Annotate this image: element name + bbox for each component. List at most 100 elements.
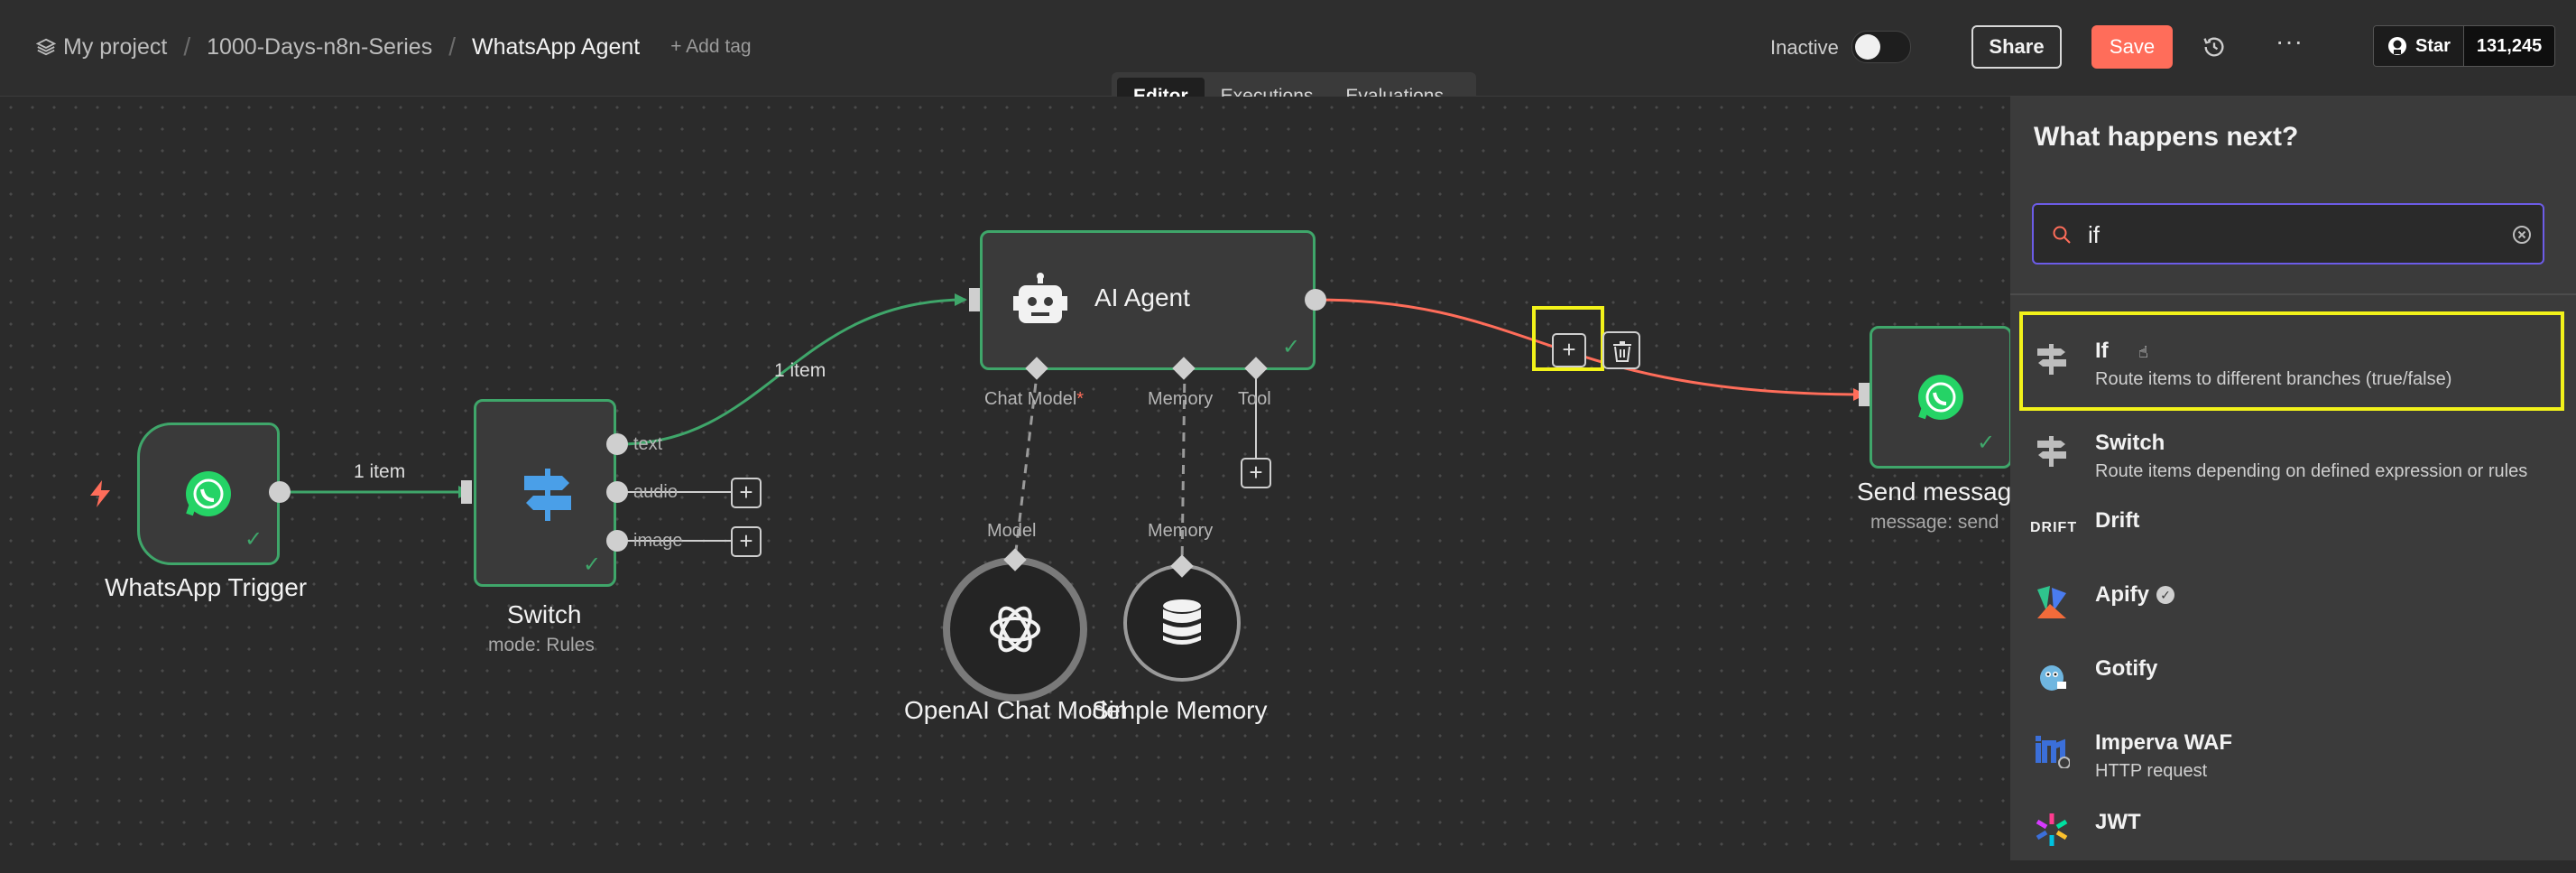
layers-icon — [36, 38, 56, 56]
active-status-label: Inactive — [1770, 36, 1839, 59]
connections-layer — [282, 293, 1866, 567]
port-label-model: Model — [987, 521, 1037, 541]
edge-item-count: 1 item — [774, 360, 826, 381]
node-option-name: Apify ✓ — [2095, 582, 2174, 608]
whatsapp-icon — [1918, 375, 1963, 420]
history-icon[interactable] — [2202, 34, 2227, 60]
port-label-image: image — [633, 531, 683, 551]
whatsapp-trigger-node[interactable]: ✓ — [137, 423, 280, 565]
share-button[interactable]: Share — [1971, 25, 2062, 69]
node-option-name: JWT — [2095, 810, 2141, 834]
ai-agent-node[interactable]: AI Agent ✓ — [980, 230, 1316, 370]
node-subtitle-send-message: message: send — [1870, 512, 1999, 533]
node-label-send-message: Send messag — [1857, 478, 2010, 506]
add-node-image-button[interactable]: + — [731, 526, 762, 557]
port-label-chat-model: Chat Model* — [984, 389, 1084, 410]
verified-badge-icon: ✓ — [2156, 586, 2174, 604]
search-input[interactable] — [2086, 218, 2487, 252]
apify-logo — [2037, 586, 2066, 618]
insert-node-button[interactable]: + — [1552, 333, 1586, 367]
breadcrumb-folder[interactable]: 1000-Days-n8n-Series — [207, 34, 432, 60]
port-label-audio: audio — [633, 482, 678, 502]
node-option-gotify[interactable]: Gotify — [2010, 638, 2576, 720]
success-check-icon: ✓ — [1977, 431, 1996, 455]
send-message-node[interactable]: ✓ — [1870, 326, 2010, 469]
node-search-box[interactable] — [2032, 203, 2544, 265]
add-tag-button[interactable]: + Add tag — [670, 36, 751, 58]
connection-arrowhead — [955, 293, 967, 306]
clear-search-icon[interactable] — [2512, 225, 2532, 245]
node-option-switch[interactable]: Switch Route items depending on defined … — [2010, 413, 2576, 494]
node-creator-panel: What happens next? If Route items to dif… — [2010, 97, 2576, 860]
breadcrumb: My project / 1000-Days-n8n-Series / What… — [36, 33, 752, 61]
node-option-desc: Route items depending on defined express… — [2095, 461, 2528, 481]
simple-memory-node[interactable] — [1123, 564, 1241, 682]
jwt-logo — [2036, 813, 2068, 846]
node-option-imperva-waf[interactable]: Imperva WAF HTTP request — [2010, 712, 2576, 794]
github-icon — [2388, 37, 2406, 55]
delete-connection-button[interactable] — [1602, 331, 1640, 369]
output-port-audio[interactable] — [606, 481, 628, 503]
chat-model-label: Chat Model — [984, 389, 1077, 409]
add-tool-button[interactable]: + — [1241, 458, 1271, 488]
input-port[interactable] — [1859, 383, 1870, 406]
whatsapp-icon — [186, 471, 231, 516]
port-label-memory-sub: Memory — [1148, 521, 1214, 541]
github-star-button[interactable]: Star 131,245 — [2373, 25, 2556, 67]
github-star-label: Star — [2415, 35, 2451, 56]
node-option-name: Switch — [2095, 431, 2165, 455]
success-check-icon: ✓ — [245, 527, 263, 552]
save-button[interactable]: Save — [2091, 25, 2173, 69]
output-port[interactable] — [1305, 289, 1326, 311]
panel-title: What happens next? — [2034, 122, 2299, 152]
highlight-if-option — [2019, 311, 2564, 411]
search-icon — [2053, 226, 2071, 244]
node-label-switch: Switch — [507, 600, 582, 628]
output-port[interactable] — [269, 481, 291, 503]
port-label-text: text — [633, 434, 663, 454]
node-option-desc: HTTP request — [2095, 761, 2208, 781]
workflow-canvas[interactable]: ✓ WhatsApp Trigger 1 item ✓ text audio i… — [0, 97, 2010, 860]
input-port[interactable] — [969, 288, 980, 311]
output-port-image[interactable] — [606, 530, 628, 552]
success-check-icon: ✓ — [1282, 335, 1301, 359]
apify-name: Apify — [2095, 582, 2149, 607]
switch-route-icon — [2037, 436, 2066, 467]
mouse-cursor-icon: ☝ — [2138, 343, 2148, 361]
gotify-logo — [2040, 665, 2066, 691]
node-label-ai-agent: AI Agent — [1094, 283, 1190, 311]
port-label-memory: Memory — [1148, 389, 1214, 409]
breadcrumb-project[interactable]: My project — [63, 34, 167, 60]
required-marker: * — [1076, 389, 1085, 409]
node-option-drift[interactable]: DRIFT Drift — [2010, 490, 2576, 571]
breadcrumb-separator: / — [183, 33, 191, 60]
success-check-icon: ✓ — [583, 553, 602, 577]
github-star[interactable]: Star — [2374, 26, 2463, 66]
imperva-logo — [2036, 736, 2070, 768]
workflow-name[interactable]: WhatsApp Agent — [472, 34, 640, 60]
node-label-simple-memory: Simple Memory — [1092, 696, 1268, 724]
more-options-icon[interactable]: ··· — [2276, 27, 2304, 56]
database-icon — [1163, 599, 1201, 645]
breadcrumb-separator: / — [448, 33, 456, 60]
node-option-name: Imperva WAF — [2095, 730, 2233, 755]
active-toggle[interactable] — [1851, 31, 1911, 63]
openai-chat-model-node[interactable] — [943, 557, 1087, 701]
node-option-apify[interactable]: Apify ✓ — [2010, 564, 2576, 645]
node-label-whatsapp-trigger: WhatsApp Trigger — [105, 573, 308, 601]
github-star-count: 131,245 — [2462, 26, 2555, 66]
port-label-tool: Tool — [1238, 389, 1271, 409]
switch-node[interactable]: ✓ — [474, 399, 616, 587]
add-node-audio-button[interactable]: + — [731, 478, 762, 508]
input-port[interactable] — [461, 480, 472, 504]
node-option-jwt[interactable]: JWT — [2010, 792, 2576, 873]
trash-icon — [1613, 341, 1631, 362]
output-port-text[interactable] — [606, 433, 628, 455]
trigger-bolt-icon — [90, 480, 110, 507]
drift-logo: DRIFT — [2030, 520, 2078, 535]
node-option-name: Gotify — [2095, 656, 2158, 681]
node-subtitle-switch: mode: Rules — [488, 635, 595, 655]
openai-icon — [990, 606, 1040, 653]
panel-divider — [2010, 293, 2576, 295]
signpost-icon — [524, 469, 571, 521]
